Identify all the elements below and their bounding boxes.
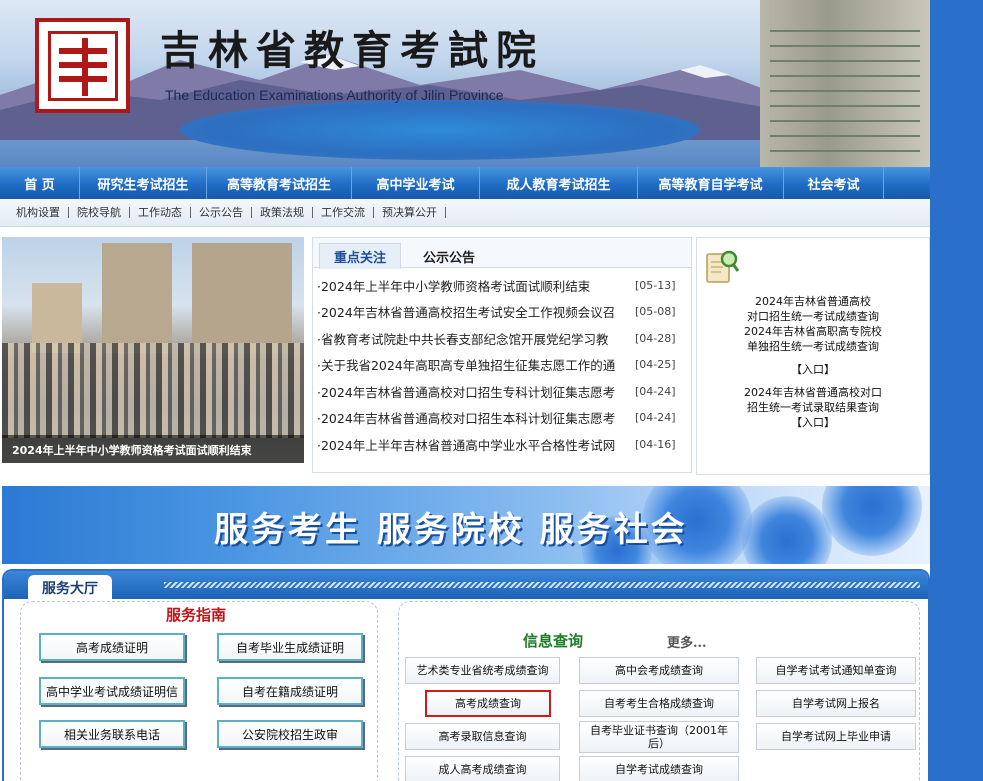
list-item[interactable]: ·2024年上半年吉林省普通高中学业水平合格性考试网 [04-16] — [317, 431, 691, 458]
query-button[interactable]: 自考毕业证书查询（2001年后） — [579, 721, 739, 753]
nav-item-home[interactable]: 首 页 — [0, 167, 80, 199]
subnav-item[interactable]: 政策法规 — [252, 207, 313, 218]
query-button[interactable]: 自学考试网上报名 — [756, 690, 916, 717]
news-title[interactable]: ·省教育考试院赴中共长春支部纪念馆开展党纪学习教 — [317, 329, 625, 348]
subnav-item[interactable]: 工作动态 — [130, 207, 191, 218]
news-date: [04-28] — [635, 331, 676, 345]
quick-text[interactable]: 2024年吉林省普通高校对口 — [697, 385, 929, 400]
list-item[interactable]: ·省教育考试院赴中共长春支部纪念馆开展党纪学习教 [04-28] — [317, 325, 691, 352]
page: 吉林省教育考試院 The Education Examinations Auth… — [0, 0, 930, 781]
news-date: [04-24] — [635, 384, 676, 398]
guide-button[interactable]: 自考在籍成绩证明 — [217, 677, 363, 705]
list-item[interactable]: ·2024年吉林省普通高校招生考试安全工作视频会议召 [05-08] — [317, 299, 691, 326]
tab-announcements[interactable]: 公示公告 — [409, 243, 489, 269]
info-query-title: 信息查询 — [523, 632, 584, 650]
news-date: [04-25] — [635, 358, 676, 372]
news-box: 重点关注 公示公告 ·2024年上半年中小学教师资格考试面试顺利结束 [05-13… — [312, 237, 692, 473]
service-guide-title: 服务指南 — [166, 606, 227, 624]
query-button[interactable]: 高考录取信息查询 — [405, 723, 560, 750]
list-item[interactable]: ·2024年吉林省普通高校对口招生专科计划征集志愿考 [04-24] — [317, 378, 691, 405]
list-item[interactable]: ·2024年上半年中小学教师资格考试面试顺利结束 [05-13] — [317, 272, 691, 299]
news-title[interactable]: ·2024年上半年中小学教师资格考试面试顺利结束 — [317, 276, 625, 295]
nav-item-self-study[interactable]: 高等教育自学考试 — [638, 167, 784, 199]
entry-link[interactable]: 【入口】 — [697, 415, 929, 430]
quick-text[interactable]: 2024年吉林省高职高专院校 — [697, 324, 929, 339]
site-subtitle: The Education Examinations Authority of … — [165, 87, 504, 103]
nav-item-high-school[interactable]: 高中学业考试 — [352, 167, 480, 199]
slogan-text: 服务考生 服务院校 服务社会 — [214, 510, 688, 550]
query-button[interactable]: 自考考生合格成绩查询 — [579, 690, 739, 717]
quick-text[interactable]: 招生统一考试录取结果查询 — [697, 400, 929, 415]
query-button[interactable]: 自学考试考试通知单查询 — [756, 657, 916, 684]
news-date: [04-24] — [635, 411, 676, 425]
query-button-gaokao-score[interactable]: 高考成绩查询 — [425, 690, 551, 717]
guide-button[interactable]: 相关业务联系电话 — [39, 720, 185, 748]
news-title[interactable]: ·2024年吉林省普通高校招生考试安全工作视频会议召 — [317, 302, 625, 321]
nav-item-higher-ed[interactable]: 高等教育考试招生 — [207, 167, 352, 199]
info-query-panel: 信息查询 更多... 艺术类专业省统考成绩查询 高中会考成绩查询 自学考试考试通… — [398, 601, 920, 781]
news-title[interactable]: ·2024年吉林省普通高校对口招生本科计划征集志愿考 — [317, 408, 625, 427]
list-item[interactable]: ·2024年吉林省普通高校对口招生本科计划征集志愿考 [04-24] — [317, 405, 691, 432]
guide-button[interactable]: 自考毕业生成绩证明 — [217, 633, 363, 661]
quick-text[interactable]: 2024年吉林省普通高校 — [697, 294, 929, 309]
logo-seal-icon[interactable] — [35, 18, 130, 113]
query-button[interactable]: 成人高考成绩查询 — [405, 756, 560, 781]
subnav-item[interactable]: 机构设置 — [8, 207, 69, 218]
quick-text[interactable]: 单独招生统一考试成绩查询 — [697, 339, 929, 354]
slogan-banner: 服务考生 服务院校 服务社会 — [2, 486, 930, 564]
query-button[interactable]: 自学考试网上毕业申请 — [756, 723, 916, 750]
document-search-icon — [706, 250, 739, 283]
quick-text[interactable]: 对口招生统一考试成绩查询 — [697, 309, 929, 324]
building-image — [760, 0, 930, 167]
news-title[interactable]: ·2024年吉林省普通高校对口招生专科计划征集志愿考 — [317, 382, 625, 401]
page-right-margin — [930, 0, 983, 781]
subnav-item[interactable]: 公示公告 — [191, 207, 252, 218]
news-tabs: 重点关注 公示公告 — [313, 238, 691, 269]
nav-item-adult-ed[interactable]: 成人教育考试招生 — [480, 167, 638, 199]
crowd-image — [2, 343, 304, 438]
service-guide-panel: 服务指南 高考成绩证明 自考毕业生成绩证明 高中学业考试成绩证明信 自考在籍成绩… — [20, 601, 378, 781]
news-date: [05-13] — [635, 278, 676, 292]
service-hall-title: 服务大厅 — [28, 575, 112, 601]
lake-image — [180, 100, 700, 160]
nav-item-social-exam[interactable]: 社会考试 — [784, 167, 884, 199]
guide-button[interactable]: 高考成绩证明 — [39, 633, 185, 661]
news-date: [04-16] — [635, 437, 676, 451]
subnav-item[interactable]: 工作交流 — [313, 207, 374, 218]
header-banner: 吉林省教育考試院 The Education Examinations Auth… — [0, 0, 930, 167]
sub-nav: 机构设置 院校导航 工作动态 公示公告 政策法规 工作交流 预决算公开 — [0, 199, 930, 227]
quick-query-box: 2024年吉林省普通高校 对口招生统一考试成绩查询 2024年吉林省高职高专院校… — [696, 237, 930, 475]
main-nav: 首 页 研究生考试招生 高等教育考试招生 高中学业考试 成人教育考试招生 高等教… — [0, 167, 930, 199]
entry-link[interactable]: 【入口】 — [697, 362, 929, 377]
list-item[interactable]: ·关于我省2024年高职高专单独招生征集志愿工作的通 [04-25] — [317, 352, 691, 379]
featured-photo[interactable]: 2024年上半年中小学教师资格考试面试顺利结束 — [2, 237, 304, 463]
subnav-item[interactable]: 预决算公开 — [374, 207, 446, 218]
service-hall-header: 服务大厅 — [4, 571, 928, 601]
query-button[interactable]: 艺术类专业省统考成绩查询 — [405, 657, 560, 684]
guide-button[interactable]: 公安院校招生政审 — [217, 720, 363, 748]
subnav-item[interactable]: 院校导航 — [69, 207, 130, 218]
news-date: [05-08] — [635, 305, 676, 319]
nav-item-graduate[interactable]: 研究生考试招生 — [80, 167, 207, 199]
query-button[interactable]: 自学考试成绩查询 — [579, 756, 739, 781]
guide-button[interactable]: 高中学业考试成绩证明信 — [39, 677, 185, 705]
news-title[interactable]: ·关于我省2024年高职高专单独招生征集志愿工作的通 — [317, 355, 625, 374]
news-title[interactable]: ·2024年上半年吉林省普通高中学业水平合格性考试网 — [317, 435, 625, 454]
query-button[interactable]: 高中会考成绩查询 — [579, 657, 739, 684]
more-link[interactable]: 更多... — [667, 632, 707, 651]
tab-key-focus[interactable]: 重点关注 — [319, 243, 402, 269]
news-list: ·2024年上半年中小学教师资格考试面试顺利结束 [05-13] ·2024年吉林… — [313, 268, 691, 458]
site-title: 吉林省教育考試院 — [160, 27, 544, 74]
service-hall: 服务大厅 服务指南 高考成绩证明 自考毕业生成绩证明 高中学业考试成绩证明信 自… — [2, 569, 930, 781]
featured-photo-caption[interactable]: 2024年上半年中小学教师资格考试面试顺利结束 — [2, 435, 304, 463]
